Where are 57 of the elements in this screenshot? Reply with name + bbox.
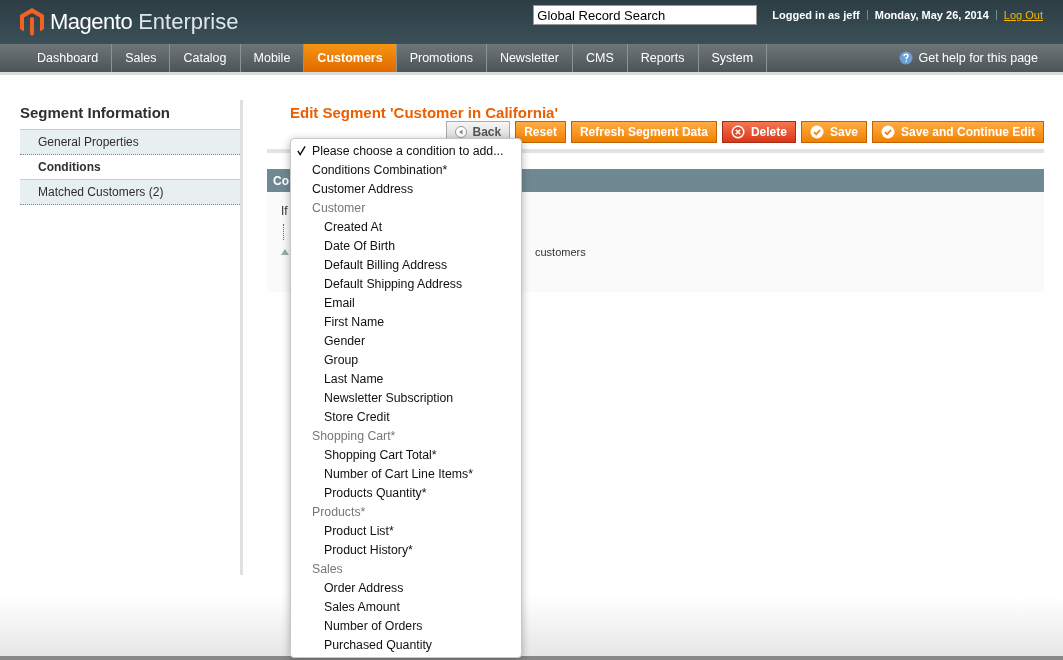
sidebar-title: Segment Information: [20, 103, 171, 123]
nav-tab[interactable]: Sales: [112, 44, 171, 72]
nav-tab[interactable]: Reports: [627, 44, 699, 72]
dropdown-option[interactable]: Customer Address: [291, 179, 521, 198]
user-info: Logged in as jeff: [772, 9, 860, 21]
dropdown-option[interactable]: Number of Orders: [291, 616, 521, 635]
dropdown-option[interactable]: Newsletter Subscription: [291, 388, 521, 407]
dropdown-option[interactable]: Store Credit: [291, 407, 521, 426]
dropdown-group-label: Customer: [311, 199, 367, 217]
logo-text: Enterprise: [138, 9, 239, 35]
nav-tab[interactable]: Dashboard: [24, 44, 113, 72]
date-text: Monday, May 26, 2014: [874, 9, 989, 21]
dropdown-option[interactable]: Purchased Quantity: [291, 635, 521, 654]
dropdown-option[interactable]: Conditions Combination*: [291, 160, 521, 179]
help-link[interactable]: Get help for this page: [899, 44, 1063, 72]
sidebar-item[interactable]: Matched Customers (2): [20, 179, 240, 205]
dropdown-option[interactable]: Shopping Cart Total*: [291, 445, 521, 464]
section-title: Co: [273, 173, 289, 188]
rule-text: If: [281, 204, 288, 218]
delete-icon: [730, 125, 745, 139]
dropdown-option[interactable]: Sales Amount: [291, 597, 521, 616]
sidebar-item[interactable]: General Properties: [20, 129, 240, 155]
dropdown-option[interactable]: Order Address: [291, 578, 521, 597]
check-icon: [809, 125, 824, 139]
dropdown-option[interactable]: Gender: [291, 331, 521, 350]
dropdown-option[interactable]: Product History*: [291, 540, 521, 559]
logo-icon: [20, 8, 44, 36]
dropdown-option[interactable]: Default Shipping Address: [291, 274, 521, 293]
dropdown-option[interactable]: Email: [291, 293, 521, 312]
dropdown-option[interactable]: Date Of Birth: [291, 236, 521, 255]
dropdown-group-label: Sales: [311, 560, 344, 578]
check-icon: [881, 125, 895, 139]
dropdown-option[interactable]: Last Name: [291, 369, 521, 388]
dropdown-option[interactable]: Number of Cart Line Items*: [291, 464, 521, 483]
search-field[interactable]: Global Record Search: [533, 5, 758, 25]
dropdown-option[interactable]: Default Billing Address: [291, 255, 521, 274]
nav-tab[interactable]: CMS: [572, 44, 628, 72]
dropdown-option[interactable]: Product List*: [291, 521, 521, 540]
nav-tab[interactable]: System: [698, 44, 768, 72]
triangle-icon: [281, 249, 289, 255]
dropdown-group-label: Shopping Cart*: [311, 427, 397, 445]
dropdown-option[interactable]: Created At: [291, 217, 521, 236]
help-icon: [899, 51, 914, 65]
nav-tab[interactable]: Newsletter: [486, 44, 573, 72]
footnote-text: customers: [535, 246, 586, 258]
dropdown-option[interactable]: Group: [291, 350, 521, 369]
dropdown-option[interactable]: First Name: [291, 312, 521, 331]
nav-tab[interactable]: Promotions: [396, 44, 487, 72]
logo-text: Magento: [50, 9, 133, 35]
logout-link[interactable]: Log Out: [1003, 9, 1043, 21]
page-title: Edit Segment 'Customer in California': [289, 103, 559, 121]
dropdown-option[interactable]: Please choose a condition to add...: [291, 141, 521, 160]
dropdown-option[interactable]: Products Quantity*: [291, 483, 521, 502]
check-icon: [297, 145, 306, 156]
delete-button[interactable]: Delete: [721, 121, 796, 143]
dropdown-group-label: Products*: [311, 503, 367, 521]
nav-tab[interactable]: Catalog: [170, 44, 241, 72]
